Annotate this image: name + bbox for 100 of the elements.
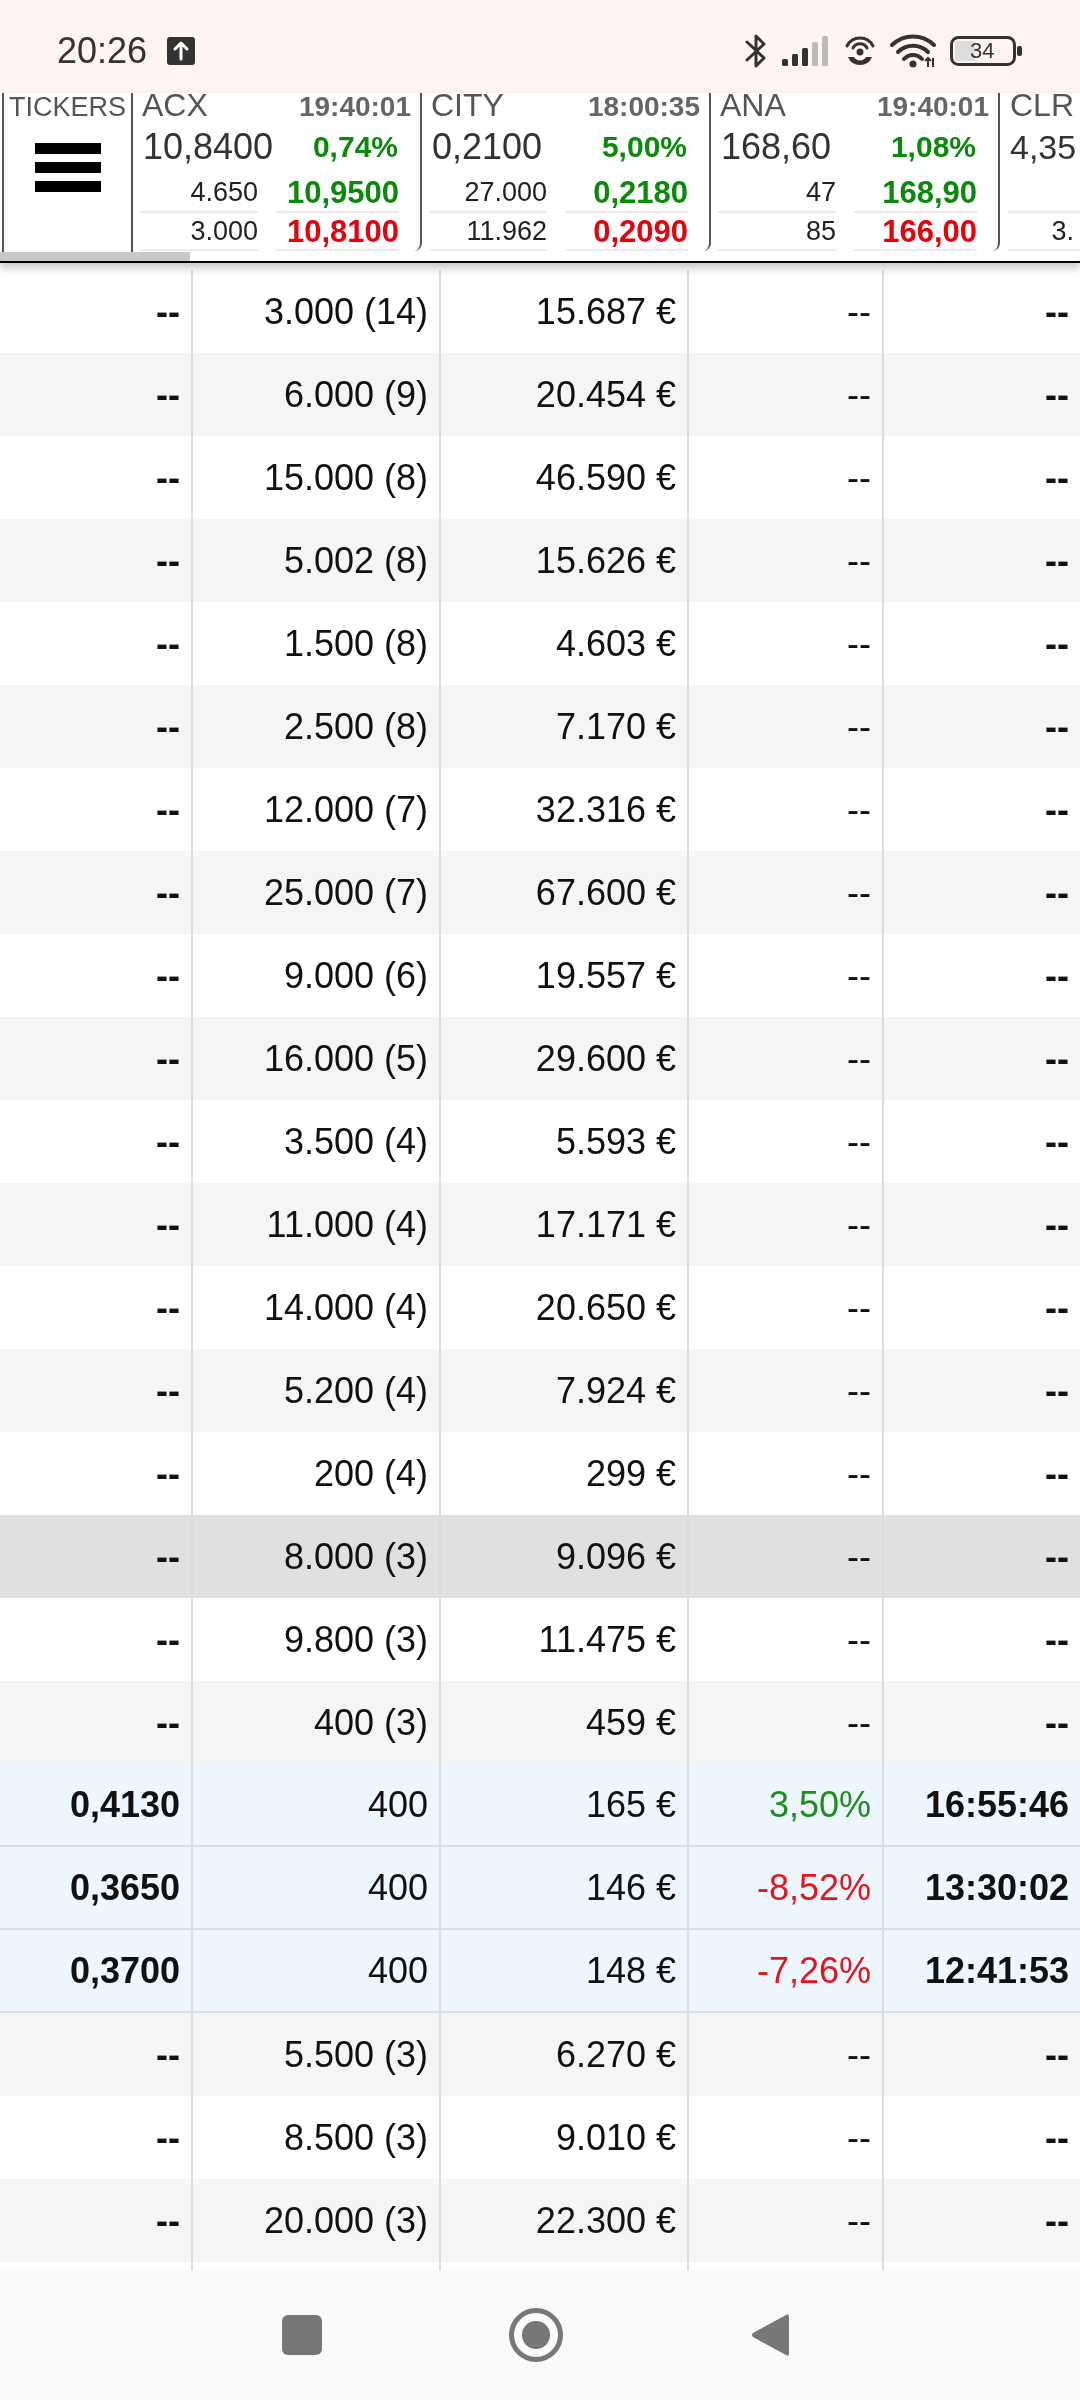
ticker-time: 18:00:35 — [587, 93, 700, 121]
table-cell: 14.000 (4) — [263, 1289, 428, 1326]
battery-text: 34 — [970, 39, 995, 62]
table-cell: -- — [1045, 1289, 1069, 1326]
table-cell: 459 € — [585, 1704, 676, 1741]
table-cell: 5.200 (4) — [283, 1372, 428, 1409]
table-cell: 16.000 (5) — [263, 1040, 428, 1077]
table-cell: 12:41:53 — [924, 1952, 1069, 1989]
back-button[interactable] — [751, 2312, 789, 2358]
bid-price: 10,9500 — [286, 176, 399, 208]
table-cell: -- — [156, 625, 180, 662]
table-cell: -- — [156, 1455, 180, 1492]
table-cell: -- — [847, 542, 871, 579]
table-cell: -- — [847, 2119, 871, 2156]
ask-quantity: 3.000 — [190, 217, 258, 245]
table-cell: 25.000 (7) — [263, 874, 428, 911]
table-cell: -- — [156, 1040, 180, 1077]
table-cell: 9.096 € — [555, 1538, 676, 1575]
table-cell: -7,26% — [756, 1952, 871, 1989]
table-cell: -- — [1045, 376, 1069, 413]
table-row[interactable]: -- 11.000 (4) 17.171 € -- -- — [0, 1183, 1080, 1266]
table-cell: 146 € — [585, 1869, 676, 1906]
table-cell: -- — [156, 2036, 180, 2073]
table-cell: -- — [156, 1621, 180, 1658]
table-cell: -- — [1045, 459, 1069, 496]
table-cell: -- — [847, 1372, 871, 1409]
table-cell: 200 (4) — [313, 1455, 428, 1492]
table-row[interactable]: -- 25.000 (7) 67.600 € -- -- — [0, 851, 1080, 934]
ask-price: 166,00 — [882, 215, 977, 247]
ticker-change: 5,00% — [601, 132, 687, 162]
ask-quantity: 85 — [805, 217, 836, 245]
menu-icon[interactable] — [34, 143, 101, 193]
table-cell: 165 € — [585, 1786, 676, 1823]
table-cell: -- — [156, 874, 180, 911]
table-row[interactable]: -- 5.002 (8) 15.626 € -- -- — [0, 519, 1080, 602]
table-row[interactable]: -- 400 (3) 459 € -- -- — [0, 1681, 1080, 1764]
table-cell: 0,3700 — [69, 1952, 180, 1989]
ticker-price: 4,35 — [1009, 130, 1077, 164]
table-cell: 7.170 € — [555, 708, 676, 745]
table-cell: -- — [847, 1455, 871, 1492]
table-row[interactable]: -- 5.200 (4) 7.924 € -- -- — [0, 1349, 1080, 1432]
table-cell: 6.000 (9) — [283, 376, 428, 413]
table-cell: -- — [156, 459, 180, 496]
table-cell: -- — [156, 376, 180, 413]
table-row[interactable]: -- 16.000 (5) 29.600 € -- -- — [0, 1017, 1080, 1100]
table-cell: 15.687 € — [535, 293, 676, 330]
table-cell: 9.800 (3) — [283, 1621, 428, 1658]
table-row[interactable]: 0,3650 400 146 € -8,52% 13:30:02 — [0, 1847, 1080, 1930]
table-cell: 20.650 € — [535, 1289, 676, 1326]
table-cell: 5.500 (3) — [283, 2036, 428, 2073]
table-row[interactable]: -- 20.000 (3) 22.300 € -- -- — [0, 2179, 1080, 2262]
table-row[interactable]: -- 5.500 (3) 6.270 € -- -- — [0, 2013, 1080, 2096]
table-cell: -- — [156, 791, 180, 828]
table-cell: 46.590 € — [535, 459, 676, 496]
table-row[interactable]: -- 6.000 (9) 20.454 € -- -- — [0, 353, 1080, 436]
table-cell: 400 (3) — [313, 1704, 428, 1741]
tickers-label: TICKERS — [9, 94, 126, 121]
table-cell: -- — [847, 2202, 871, 2239]
ticker-card[interactable]: ANA 19:40:01 168,60 1,08% 47 168,90 85 166,00 — [711, 93, 1000, 251]
ask-price: 10,8100 — [286, 215, 399, 247]
table-cell: 11.475 € — [538, 1621, 676, 1658]
table-cell: 400 — [367, 1786, 428, 1823]
ticker-time: 19:40:01 — [876, 93, 989, 121]
table-cell: 8.500 (3) — [283, 2119, 428, 2156]
table-cell: 29.600 € — [535, 1040, 676, 1077]
table-cell: 20.000 (3) — [263, 2202, 428, 2239]
table-cell: -- — [1045, 874, 1069, 911]
table-cell: -- — [156, 293, 180, 330]
table-row[interactable]: 0,4130 400 165 € 3,50% 16:55:46 — [0, 1764, 1080, 1847]
table-cell: -- — [1045, 791, 1069, 828]
table-cell: -- — [1045, 2119, 1069, 2156]
bid-price: 0,2180 — [593, 176, 688, 208]
table-cell: 9.010 € — [555, 2119, 676, 2156]
table-cell: 3.000 (14) — [263, 293, 428, 330]
circle-icon — [509, 2308, 563, 2362]
table-cell: -- — [847, 1704, 871, 1741]
table-cell: 4.603 € — [555, 625, 676, 662]
table-cell: -- — [847, 625, 871, 662]
table-cell: -- — [1045, 957, 1069, 994]
table-cell: 0,4130 — [69, 1786, 180, 1823]
table-cell: -- — [156, 1123, 180, 1160]
table-cell: -- — [1045, 625, 1069, 662]
table-cell: 400 — [367, 1869, 428, 1906]
ask-price: 0,2090 — [593, 215, 688, 247]
table-row[interactable]: 0,3700 400 148 € -7,26% 12:41:53 — [0, 1930, 1080, 2013]
table-cell: 8.000 (3) — [283, 1538, 428, 1575]
table-cell: -- — [847, 293, 871, 330]
table-row[interactable]: -- 2.500 (8) 7.170 € -- -- — [0, 685, 1080, 768]
ask-quantity: 3. — [1051, 217, 1074, 245]
table-cell: -- — [847, 708, 871, 745]
home-button[interactable] — [509, 2308, 563, 2362]
table-cell: -- — [156, 542, 180, 579]
table-cell: 3,50% — [768, 1786, 871, 1823]
ticker-card[interactable]: ACX 19:40:01 10,8400 0,74% 4.650 10,9500 3.000 10,8100 — [133, 93, 422, 251]
ticker-card[interactable]: CITY 18:00:35 0,2100 5,00% 27.000 0,2180 11.962 0,2090 — [422, 93, 711, 251]
wifi-icon — [890, 33, 936, 68]
table-cell: -- — [847, 1123, 871, 1160]
bid-quantity: 4.650 — [190, 178, 258, 206]
bid-quantity: 47 — [805, 178, 836, 206]
table-row[interactable]: -- 8.000 (3) 9.096 € -- -- — [0, 1515, 1080, 1598]
